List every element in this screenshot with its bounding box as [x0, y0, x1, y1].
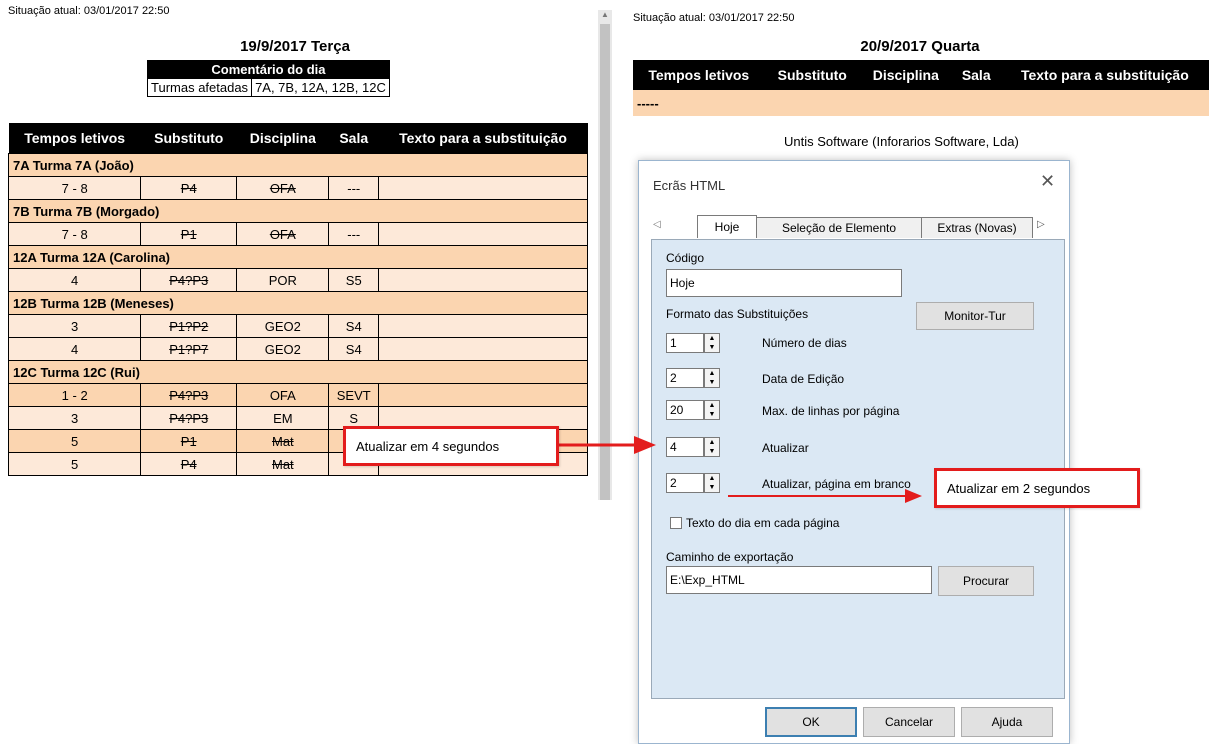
arrow-head-left	[634, 436, 656, 454]
arrow-head-right	[905, 489, 922, 503]
annotation-arrows	[556, 436, 922, 503]
callout-atualizar-4: Atualizar em 4 segundos	[343, 426, 559, 466]
callout-atualizar-2: Atualizar em 2 segundos	[934, 468, 1140, 508]
